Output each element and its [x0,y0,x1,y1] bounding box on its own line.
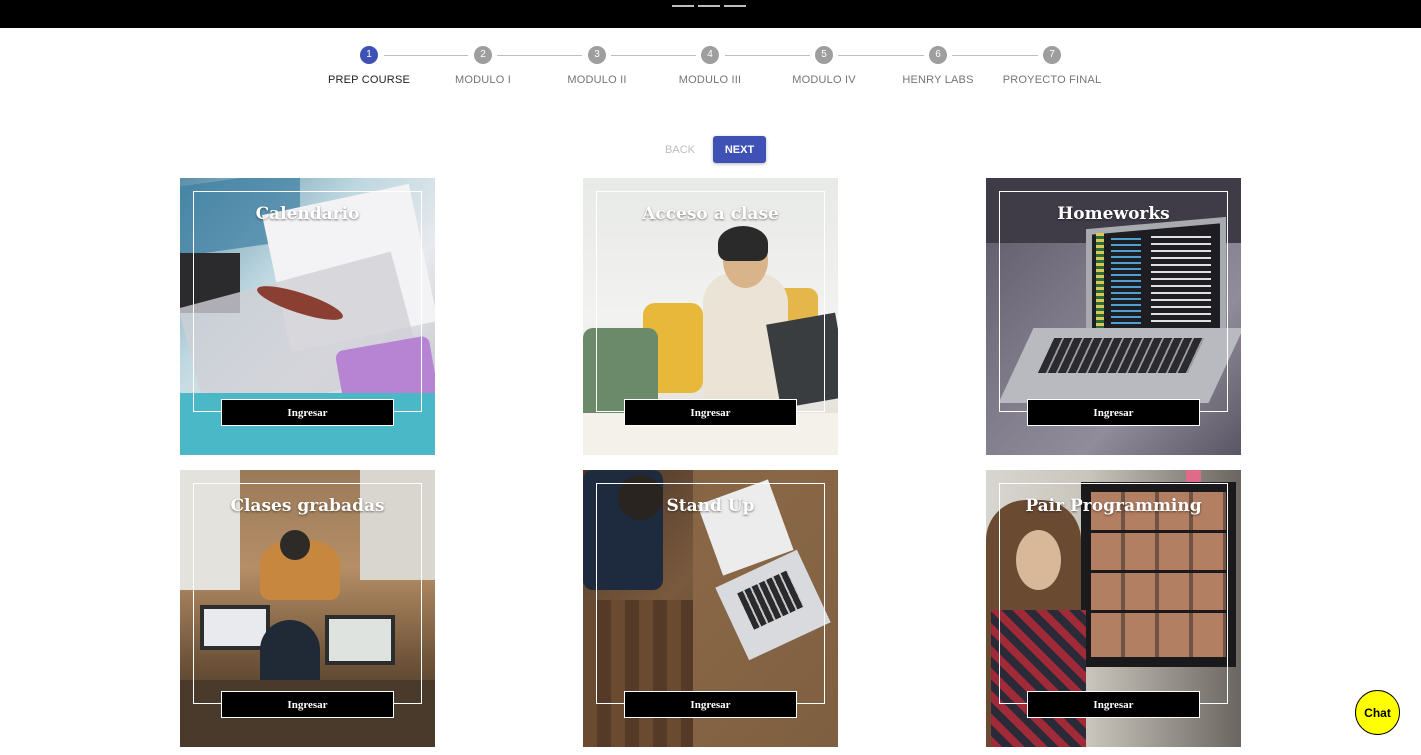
card-frame [193,483,422,704]
chat-button[interactable]: Chat [1355,690,1400,735]
ingresar-button[interactable]: Ingresar [1027,399,1200,426]
back-button[interactable]: BACK [655,136,705,163]
step-proyecto-final[interactable]: 7 PROYECTO FINAL [995,45,1109,86]
step-connector [384,55,468,56]
card-title: Clases grabadas [230,496,385,516]
step-modulo-2[interactable]: 3 MODULO II [540,45,654,86]
step-connector [838,55,924,56]
card-acceso-a-clase: Acceso a clase Ingresar [583,178,838,455]
ingresar-button[interactable]: Ingresar [221,691,394,718]
step-modulo-1[interactable]: 2 MODULO I [426,45,540,86]
card-clases-grabadas: Clases grabadas Ingresar [180,470,435,747]
step-connector [497,55,582,56]
card-frame [596,191,825,412]
card-title: Homeworks [1057,204,1170,224]
step-modulo-3[interactable]: 4 MODULO III [653,45,767,86]
step-number: 1 [360,46,378,64]
stepper: 1 PREP COURSE 2 MODULO I 3 MODULO II 4 M… [312,45,1108,95]
stepper-navigation: BACK NEXT [655,136,766,163]
card-title: Calendario [255,204,360,224]
step-label: MODULO IV [792,74,856,86]
step-henry-labs[interactable]: 6 HENRY LABS [881,45,995,86]
step-number: 3 [588,46,606,64]
card-frame [999,483,1228,704]
step-connector [725,55,810,56]
ingresar-button[interactable]: Ingresar [624,399,797,426]
next-button[interactable]: NEXT [713,136,766,163]
step-label: MODULO III [678,74,742,86]
step-label: MODULO I [455,74,511,86]
card-frame [193,191,422,412]
card-title: Acceso a clase [642,204,779,224]
step-label: HENRY LABS [902,74,974,86]
step-number: 4 [701,46,719,64]
ingresar-button[interactable]: Ingresar [624,691,797,718]
step-number: 7 [1043,46,1061,64]
step-label: PREP COURSE [327,74,411,86]
ingresar-button[interactable]: Ingresar [221,399,394,426]
card-frame [596,483,825,704]
ingresar-button[interactable]: Ingresar [1027,691,1200,718]
step-number: 2 [474,46,492,64]
card-stand-up: Stand Up Ingresar [583,470,838,747]
step-prep-course[interactable]: 1 PREP COURSE [312,45,426,86]
step-connector [611,55,696,56]
card-title: Stand Up [666,496,755,516]
top-bar [0,0,1421,28]
step-label: PROYECTO FINAL [1002,74,1102,86]
menu-icon[interactable] [672,5,750,9]
step-modulo-4[interactable]: 5 MODULO IV [767,45,881,86]
step-number: 5 [815,46,833,64]
card-pair-programming: Pair Programming Ingresar [986,470,1241,747]
step-number: 6 [929,46,947,64]
card-homeworks: Homeworks Ingresar [986,178,1241,455]
card-title: Pair Programming [1025,496,1202,516]
card-frame [999,191,1228,412]
step-label: MODULO II [567,74,627,86]
step-connector [952,55,1038,56]
card-calendario: Calendario Ingresar [180,178,435,455]
